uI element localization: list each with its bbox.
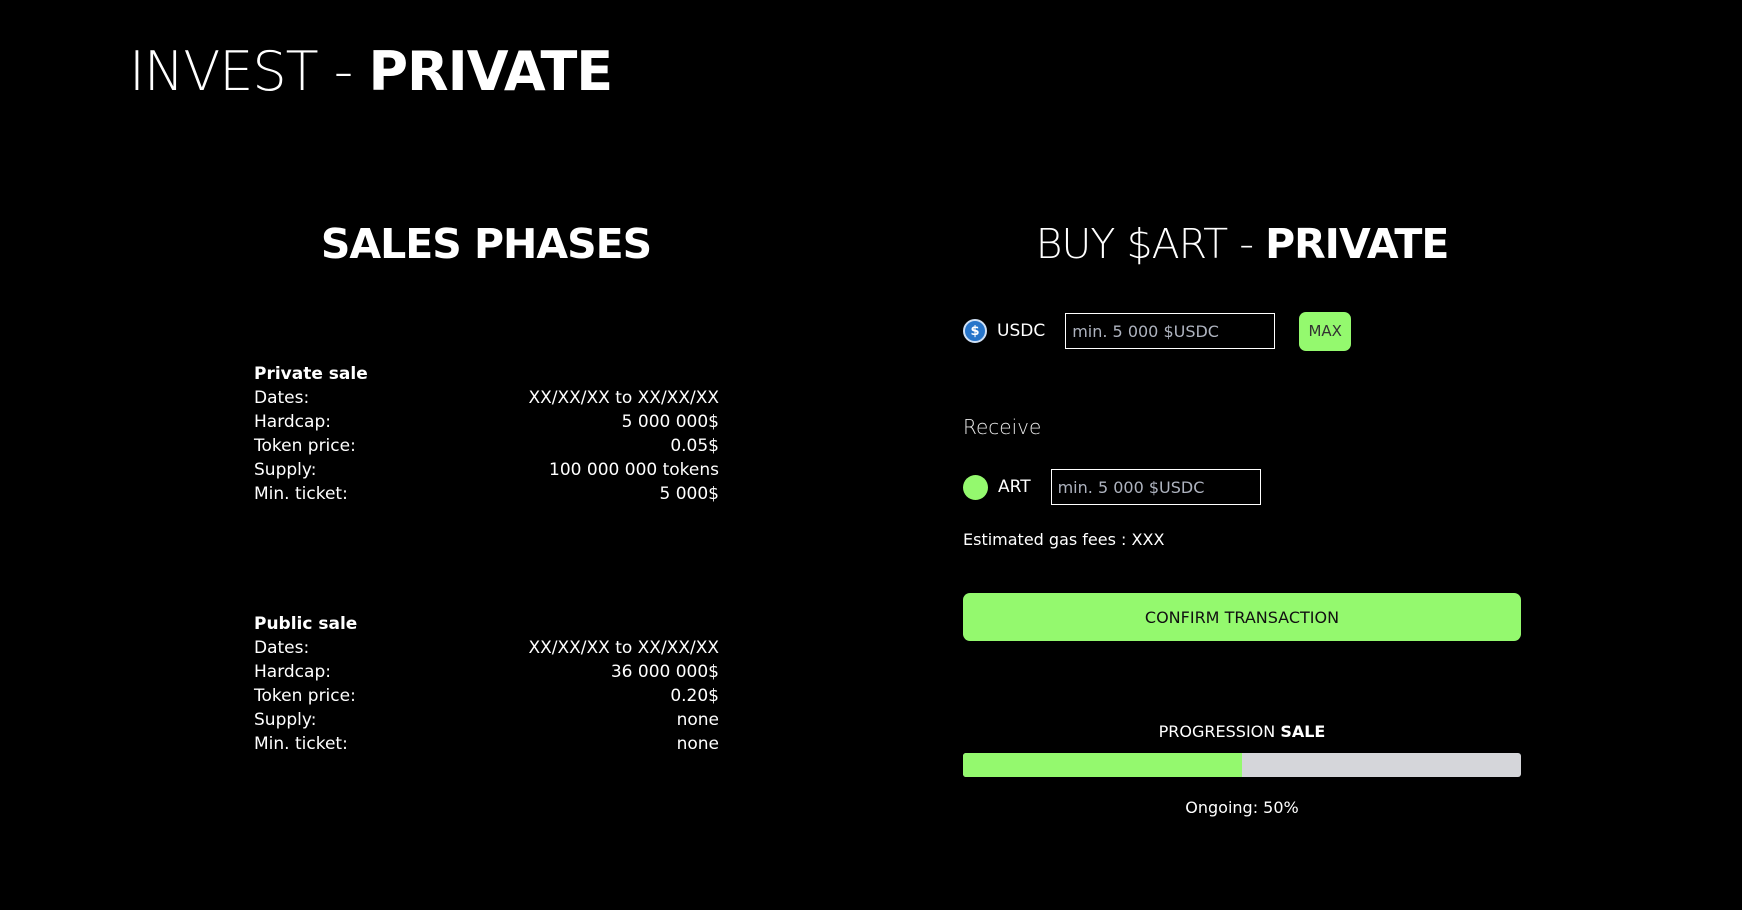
private-dates-label: Dates:	[254, 388, 310, 408]
receive-label: Receive	[963, 415, 1042, 439]
invest-page: INVEST - PRIVATE SALES PHASES Private sa…	[0, 0, 1742, 910]
sale-progress-bar	[963, 753, 1521, 777]
estimated-gas-fees: Estimated gas fees : XXX	[963, 530, 1165, 549]
progression-sale-title: PROGRESSION SALE	[963, 722, 1521, 741]
private-token-price-value: 0.05$	[670, 436, 719, 456]
page-title-light: INVEST -	[129, 40, 369, 103]
private-sale-title: Private sale	[254, 364, 368, 384]
public-dates-label: Dates:	[254, 638, 310, 658]
private-min-ticket-row: Min. ticket: 5 000$	[254, 482, 719, 506]
sale-progress-fill	[963, 753, 1242, 777]
receive-token-label: ART	[998, 477, 1031, 497]
private-hardcap-value: 5 000 000$	[621, 412, 719, 432]
art-token-icon	[963, 474, 988, 500]
private-min-ticket-label: Min. ticket:	[254, 484, 348, 504]
public-token-price-value: 0.20$	[670, 686, 719, 706]
public-sale-title: Public sale	[254, 614, 358, 634]
private-supply-value: 100 000 000 tokens	[549, 460, 719, 480]
pay-token-row: $ USDC MAX	[963, 311, 1352, 351]
private-sale-section: Private sale Dates: XX/XX/XX to XX/XX/XX…	[254, 362, 719, 506]
public-hardcap-label: Hardcap:	[254, 662, 331, 682]
public-dates-value: XX/XX/XX to XX/XX/XX	[528, 638, 719, 658]
page-title: INVEST - PRIVATE	[129, 40, 613, 103]
private-token-price-row: Token price: 0.05$	[254, 434, 719, 458]
receive-token-row: ART	[963, 468, 1261, 506]
public-dates-row: Dates: XX/XX/XX to XX/XX/XX	[254, 636, 719, 660]
public-min-ticket-label: Min. ticket:	[254, 734, 348, 754]
public-min-ticket-value: none	[676, 734, 719, 754]
buy-art-title: BUY $ART - PRIVATE	[963, 220, 1521, 268]
public-token-price-row: Token price: 0.20$	[254, 684, 719, 708]
public-hardcap-value: 36 000 000$	[610, 662, 719, 682]
public-supply-row: Supply: none	[254, 708, 719, 732]
public-hardcap-row: Hardcap: 36 000 000$	[254, 660, 719, 684]
private-dates-row: Dates: XX/XX/XX to XX/XX/XX	[254, 386, 719, 410]
progress-status: Ongoing: 50%	[1185, 798, 1299, 817]
buy-title-bold: PRIVATE	[1265, 220, 1449, 268]
private-supply-label: Supply:	[254, 460, 317, 480]
usdc-coin-icon: $	[963, 319, 987, 343]
public-token-price-label: Token price:	[254, 686, 356, 706]
buy-title-light: BUY $ART -	[1035, 220, 1266, 268]
private-hardcap-label: Hardcap:	[254, 412, 331, 432]
public-supply-value: none	[676, 710, 719, 730]
confirm-transaction-button[interactable]: CONFIRM TRANSACTION	[963, 593, 1521, 641]
page-title-bold: PRIVATE	[368, 40, 613, 103]
private-dates-value: XX/XX/XX to XX/XX/XX	[528, 388, 719, 408]
sales-phases-title: SALES PHASES	[320, 220, 652, 268]
private-min-ticket-value: 5 000$	[659, 484, 719, 504]
private-supply-row: Supply: 100 000 000 tokens	[254, 458, 719, 482]
art-amount-input[interactable]	[1050, 469, 1261, 505]
pay-token-label: USDC	[997, 321, 1046, 341]
max-button[interactable]: MAX	[1299, 311, 1352, 351]
progress-title-bold: SALE	[1280, 722, 1326, 741]
public-supply-label: Supply:	[254, 710, 317, 730]
public-min-ticket-row: Min. ticket: none	[254, 732, 719, 756]
public-sale-section: Public sale Dates: XX/XX/XX to XX/XX/XX …	[254, 612, 719, 756]
usdc-amount-input[interactable]	[1065, 313, 1276, 349]
private-token-price-label: Token price:	[254, 436, 356, 456]
private-hardcap-row: Hardcap: 5 000 000$	[254, 410, 719, 434]
progress-title-light: PROGRESSION	[1158, 722, 1281, 741]
